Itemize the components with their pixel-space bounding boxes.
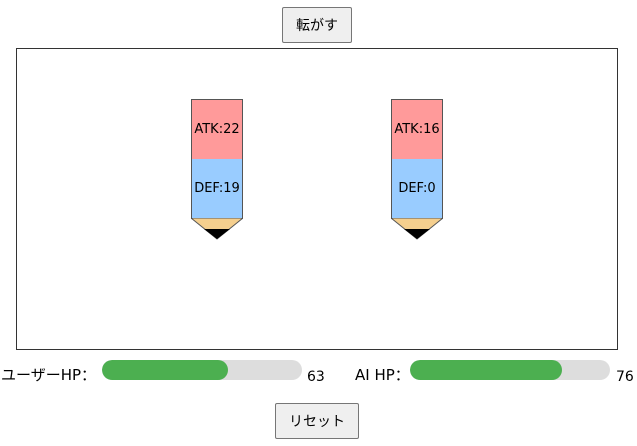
ai-atk-label: ATK:16: [392, 100, 442, 159]
user-pencil-tip-icon: [191, 218, 243, 240]
ai-hp-value: 76: [616, 369, 634, 385]
reset-button[interactable]: リセット: [275, 403, 359, 439]
user-pencil: ATK:22 DEF:19: [191, 99, 243, 241]
ai-pencil-tip-icon: [391, 218, 443, 240]
roll-button[interactable]: 転がす: [282, 7, 352, 43]
battle-arena: ATK:22 DEF:19 ATK:16 DEF:0: [16, 48, 618, 350]
user-hp-bar: [102, 360, 302, 380]
ai-pencil-body: ATK:16 DEF:0: [391, 99, 443, 219]
ai-pencil: ATK:16 DEF:0: [391, 99, 443, 241]
user-pencil-body: ATK:22 DEF:19: [191, 99, 243, 219]
user-hp-value: 63: [307, 369, 325, 385]
ai-hp-bar: [410, 360, 610, 380]
user-atk-label: ATK:22: [192, 100, 242, 159]
ai-hp-fill: [410, 360, 562, 380]
user-hp-label: ユーザーHP：: [1, 366, 97, 384]
ai-def-label: DEF:0: [392, 159, 442, 218]
ai-hp-label: AI HP：: [355, 366, 410, 384]
user-def-label: DEF:19: [192, 159, 242, 218]
user-hp-fill: [102, 360, 228, 380]
